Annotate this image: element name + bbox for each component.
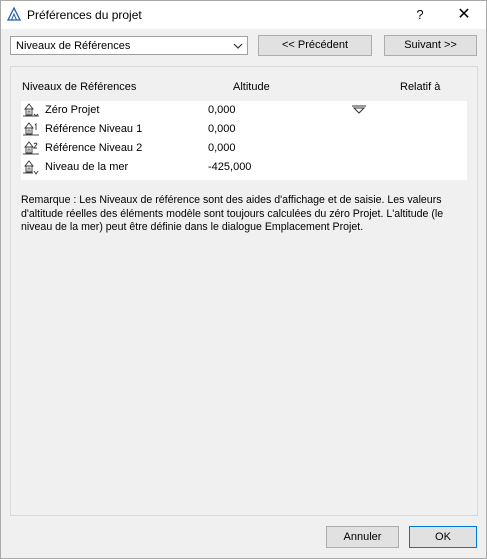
ok-button[interactable]: OK <box>409 526 477 548</box>
level-altitude: -425,000 <box>208 161 252 173</box>
cancel-button[interactable]: Annuler <box>326 526 399 548</box>
archicad-app-icon <box>7 7 21 21</box>
window-title: Préférences du projet <box>27 8 142 22</box>
help-button[interactable]: ? <box>403 1 437 29</box>
column-header-relative: Relatif à <box>400 81 441 93</box>
next-button[interactable]: Suivant >> <box>384 35 477 56</box>
level-name: Référence Niveau 1 <box>45 123 143 135</box>
level-altitude: 0,000 <box>208 123 236 135</box>
reference-levels-table: Zéro Projet 0,000 Référence Niveau 1 0,0… <box>21 101 467 180</box>
project-zero-icon <box>23 103 39 117</box>
column-header-name: Niveaux de Références <box>22 81 137 93</box>
previous-button[interactable]: << Précédent <box>258 35 372 56</box>
section-dropdown[interactable]: Niveaux de Références <box>10 36 248 55</box>
remark-text: Remarque : Les Niveaux de référence sont… <box>21 194 444 233</box>
level-name: Référence Niveau 2 <box>45 142 143 154</box>
level-name: Niveau de la mer <box>45 161 129 173</box>
chevron-down-icon <box>233 43 243 49</box>
column-header-altitude: Altitude <box>233 81 270 93</box>
settings-panel: Niveaux de Références Altitude Relatif à… <box>10 66 478 516</box>
reference-level-1-icon <box>23 122 39 136</box>
reference-level-2-icon <box>23 141 39 155</box>
close-button[interactable]: ✕ <box>447 1 481 29</box>
project-preferences-dialog: Préférences du projet ? ✕ Niveaux de Réf… <box>0 0 487 559</box>
table-row[interactable]: Niveau de la mer -425,000 <box>21 158 467 177</box>
level-altitude: 0,000 <box>208 104 236 116</box>
table-row[interactable]: Référence Niveau 2 0,000 <box>21 139 467 158</box>
title-bar: Préférences du projet ? ✕ <box>1 1 486 29</box>
level-altitude: 0,000 <box>208 142 236 154</box>
level-name: Zéro Projet <box>45 104 100 116</box>
table-row[interactable]: Référence Niveau 1 0,000 <box>21 120 467 139</box>
triangle-down-icon <box>352 105 366 114</box>
sea-level-icon <box>23 160 39 175</box>
section-dropdown-value: Niveaux de Références <box>16 40 131 52</box>
table-row[interactable]: Zéro Projet 0,000 <box>21 101 467 120</box>
